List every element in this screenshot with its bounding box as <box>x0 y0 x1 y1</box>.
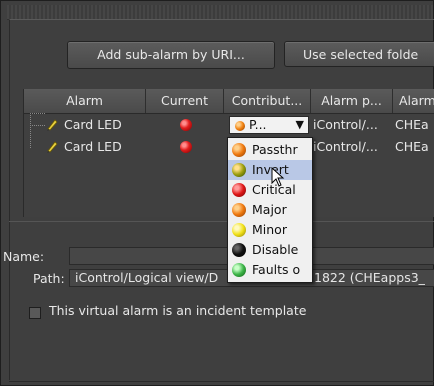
pencil-led-icon <box>47 141 58 153</box>
green-orange-led-icon <box>232 163 246 177</box>
pencil-led-icon <box>47 119 58 131</box>
alarm-name: Card LED <box>64 139 122 154</box>
yellow-led-icon <box>232 223 246 237</box>
tree-connector <box>30 125 45 148</box>
dropdown-item-faults[interactable]: Faults o <box>228 260 312 280</box>
alarm-extra: CHEa <box>395 117 429 132</box>
contribution-value: P... <box>249 117 267 132</box>
contribution-dropdown-menu: Passthr Invert Critical Major Minor Disa… <box>227 137 313 283</box>
contribution-combo[interactable]: P... ▼ <box>229 116 309 134</box>
incident-template-checkbox[interactable] <box>29 307 41 319</box>
details-section <box>9 221 434 380</box>
green-led-icon <box>232 263 246 277</box>
alarm-path: iControl/... <box>313 139 378 154</box>
column-header-alarm-extra[interactable]: Alarm <box>393 89 434 113</box>
orange-led-icon <box>232 203 246 217</box>
alarm-extra: CHEa <box>395 139 429 154</box>
path-label: Path: <box>33 271 65 286</box>
column-header-contribution[interactable]: Contribut... <box>224 89 311 113</box>
dropdown-item-passthrough[interactable]: Passthr <box>228 140 312 160</box>
path-value-tail: 1822 (CHEapps3_ <box>314 270 425 285</box>
dropdown-item-invert[interactable]: Invert <box>228 160 312 180</box>
alarm-name: Card LED <box>64 117 122 132</box>
dropdown-item-minor[interactable]: Minor <box>228 220 312 240</box>
alarm-path: iControl/... <box>313 117 378 132</box>
mouse-cursor-icon <box>271 167 285 187</box>
passthrough-led-icon <box>235 121 245 131</box>
dropdown-item-disable[interactable]: Disable <box>228 240 312 260</box>
chevron-down-icon[interactable]: ▼ <box>296 115 304 135</box>
current-status-red-icon <box>180 141 192 153</box>
use-selected-folder-button[interactable]: Use selected folde <box>284 41 434 67</box>
dropdown-item-major[interactable]: Major <box>228 200 312 220</box>
name-label: Name: <box>3 249 45 264</box>
incident-template-label: This virtual alarm is an incident templa… <box>49 303 307 318</box>
table-row[interactable]: Card LED P... ▼ iControl/... CHEa <box>24 113 434 135</box>
column-header-alarm[interactable]: Alarm <box>24 89 146 113</box>
alarm-editor-window: Add sub-alarm by URI... Use selected fol… <box>0 0 434 386</box>
table-header: Alarm Current Contribut... Alarm p... Al… <box>24 89 434 114</box>
path-value: iControl/Logical view/D <box>75 270 219 285</box>
title-strip <box>7 5 433 20</box>
red-led-icon <box>232 183 246 197</box>
orange-led-icon <box>232 143 246 157</box>
black-led-icon <box>232 243 246 257</box>
add-sub-alarm-button[interactable]: Add sub-alarm by URI... <box>67 41 275 69</box>
column-header-alarm-path[interactable]: Alarm p... <box>311 89 393 113</box>
bottom-divider <box>9 381 434 382</box>
column-header-current[interactable]: Current <box>146 89 224 113</box>
current-status-red-icon <box>180 119 192 131</box>
dropdown-item-critical[interactable]: Critical <box>228 180 312 200</box>
